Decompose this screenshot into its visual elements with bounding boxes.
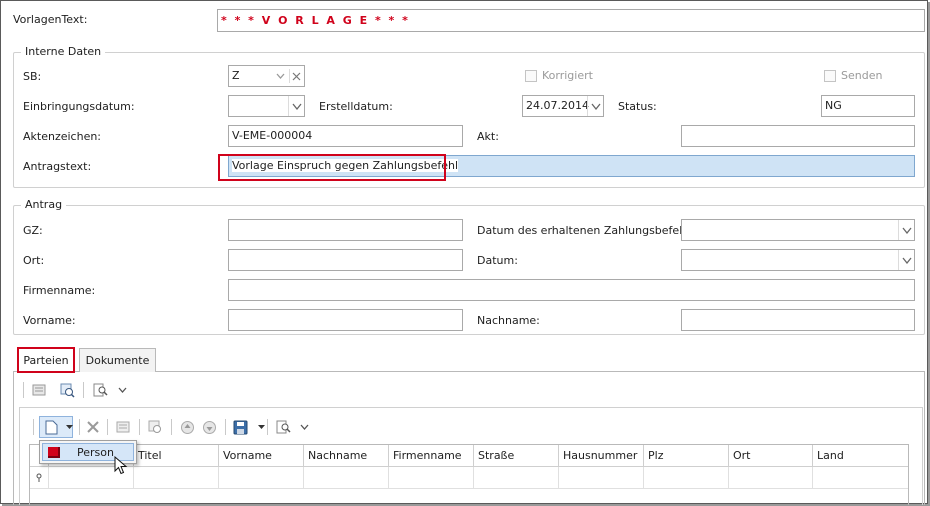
new-row-cell[interactable] [729, 467, 813, 489]
antrag-title: Antrag [21, 198, 67, 211]
sb-select[interactable]: Z [228, 65, 305, 87]
nachname-field[interactable] [681, 309, 915, 331]
search-icon[interactable] [92, 382, 108, 398]
grid-header-nachname[interactable]: Nachname [304, 445, 389, 467]
aktenzeichen-field[interactable]: V-EME-000004 [228, 125, 463, 147]
move-down-icon[interactable] [201, 419, 217, 435]
einbringungsdatum-label: Einbringungsdatum: [23, 100, 135, 113]
vorlagen-text-label: VorlagenText: [13, 13, 88, 26]
senden-checkbox-box[interactable] [824, 69, 836, 82]
new-row-cell[interactable] [219, 467, 304, 489]
new-row-cell[interactable] [134, 467, 219, 489]
datum-chevron-down-icon[interactable] [898, 250, 914, 270]
ort-label: Ort: [23, 254, 45, 267]
new-document-icon[interactable] [43, 419, 59, 435]
grid-header-strasse[interactable]: Straße [474, 445, 559, 467]
akt-label: Akt: [477, 130, 499, 143]
aktenzeichen-label: Aktenzeichen: [23, 130, 102, 143]
senden-checkbox[interactable]: Senden [824, 69, 882, 82]
move-up-icon[interactable] [179, 419, 195, 435]
inner-toolbar-separator-5 [225, 419, 226, 435]
einbringungsdatum-chevron-down-icon[interactable] [288, 96, 304, 116]
save-icon[interactable] [232, 419, 248, 435]
interne-daten-title: Interne Daten [21, 45, 106, 58]
delete-icon[interactable] [85, 419, 101, 435]
datum-zahlungsbefehl-field[interactable] [681, 219, 915, 241]
tab-dokumente[interactable]: Dokumente [79, 348, 156, 372]
grid-header-firmenname[interactable]: Firmenname [389, 445, 474, 467]
ort-field[interactable] [228, 249, 463, 271]
person-icon [48, 446, 60, 458]
search-chevron-down-icon[interactable] [114, 382, 130, 398]
inner-toolbar-separator-1 [79, 419, 80, 435]
tab-parteien-highlight [17, 347, 75, 373]
erstelldatum-label: Erstelldatum: [319, 100, 393, 113]
datum-label: Datum: [477, 254, 518, 267]
korrigiert-checkbox-box[interactable] [525, 69, 537, 82]
gz-label: GZ: [23, 224, 43, 237]
inner-search-icon[interactable] [275, 419, 291, 435]
menu-item-person-label: Person [77, 445, 114, 459]
inner-toolbar-separator-2 [107, 419, 108, 435]
firmenname-field[interactable] [228, 279, 915, 301]
inner-toolbar-grip [33, 419, 34, 435]
erstelldatum-value: 24.07.2014 [526, 99, 589, 112]
grid-header-vorname[interactable]: Vorname [219, 445, 304, 467]
inner-search-chevron-down-icon[interactable] [296, 419, 312, 435]
list-icon-disabled[interactable] [115, 419, 131, 435]
detail-view-icon-disabled[interactable] [147, 419, 163, 435]
grid-header-hausnummer[interactable]: Hausnummer [559, 445, 644, 467]
toolbar-grip [23, 382, 24, 398]
erstelldatum-field[interactable]: 24.07.2014 [522, 95, 604, 117]
mouse-cursor-icon [114, 455, 130, 476]
erstelldatum-chevron-down-icon[interactable] [587, 96, 603, 116]
inner-toolbar-separator-3 [139, 419, 140, 435]
status-label: Status: [618, 100, 657, 113]
vorname-label: Vorname: [23, 314, 76, 327]
toolbar-separator [83, 382, 84, 398]
sb-value: Z [232, 69, 240, 82]
antragstext-highlight [218, 154, 446, 181]
new-row-cell[interactable] [304, 467, 389, 489]
new-row-cell[interactable] [813, 467, 908, 489]
list-icon[interactable] [31, 382, 47, 398]
einbringungsdatum-field[interactable] [228, 95, 305, 117]
new-row-cell[interactable] [644, 467, 729, 489]
datum-field[interactable] [681, 249, 915, 271]
sb-chevron-down-icon[interactable] [273, 70, 287, 82]
window-frame: VorlagenText: * * * V O R L A G E * * * … [0, 0, 928, 505]
tab-dokumente-label: Dokumente [85, 354, 150, 367]
vorname-field[interactable] [228, 309, 463, 331]
new-row-cell[interactable] [559, 467, 644, 489]
korrigiert-checkbox[interactable]: Korrigiert [525, 69, 593, 82]
datum-zahlungsbefehl-chevron-down-icon[interactable] [898, 220, 914, 240]
new-row-cell[interactable] [389, 467, 474, 489]
status-field[interactable]: NG [821, 95, 915, 117]
new-row-indicator-icon [30, 467, 49, 489]
grid-header-titel[interactable]: Titel [134, 445, 219, 467]
grid-header-land[interactable]: Land [813, 445, 908, 467]
new-dropdown-arrow-icon[interactable] [61, 419, 77, 435]
antragstext-label: Antragstext: [23, 160, 92, 173]
inner-toolbar-separator-4 [171, 419, 172, 435]
grid-header-plz[interactable]: Plz [644, 445, 729, 467]
akt-field[interactable] [681, 125, 915, 147]
firmenname-label: Firmenname: [23, 284, 96, 297]
sb-label: SB: [23, 70, 42, 83]
detail-view-icon[interactable] [59, 382, 75, 398]
inner-toolbar-separator-6 [267, 419, 268, 435]
vorlagen-text-field[interactable]: * * * V O R L A G E * * * [217, 9, 925, 32]
korrigiert-label: Korrigiert [542, 69, 593, 82]
sb-clear-icon[interactable] [289, 69, 303, 83]
datum-zahlungsbefehl-label: Datum des erhaltenen Zahlungsbefehls: [477, 224, 699, 237]
nachname-label: Nachname: [477, 314, 540, 327]
new-row-cell[interactable] [474, 467, 559, 489]
senden-label: Senden [841, 69, 883, 82]
gz-field[interactable] [228, 219, 463, 241]
grid-header-ort[interactable]: Ort [729, 445, 813, 467]
